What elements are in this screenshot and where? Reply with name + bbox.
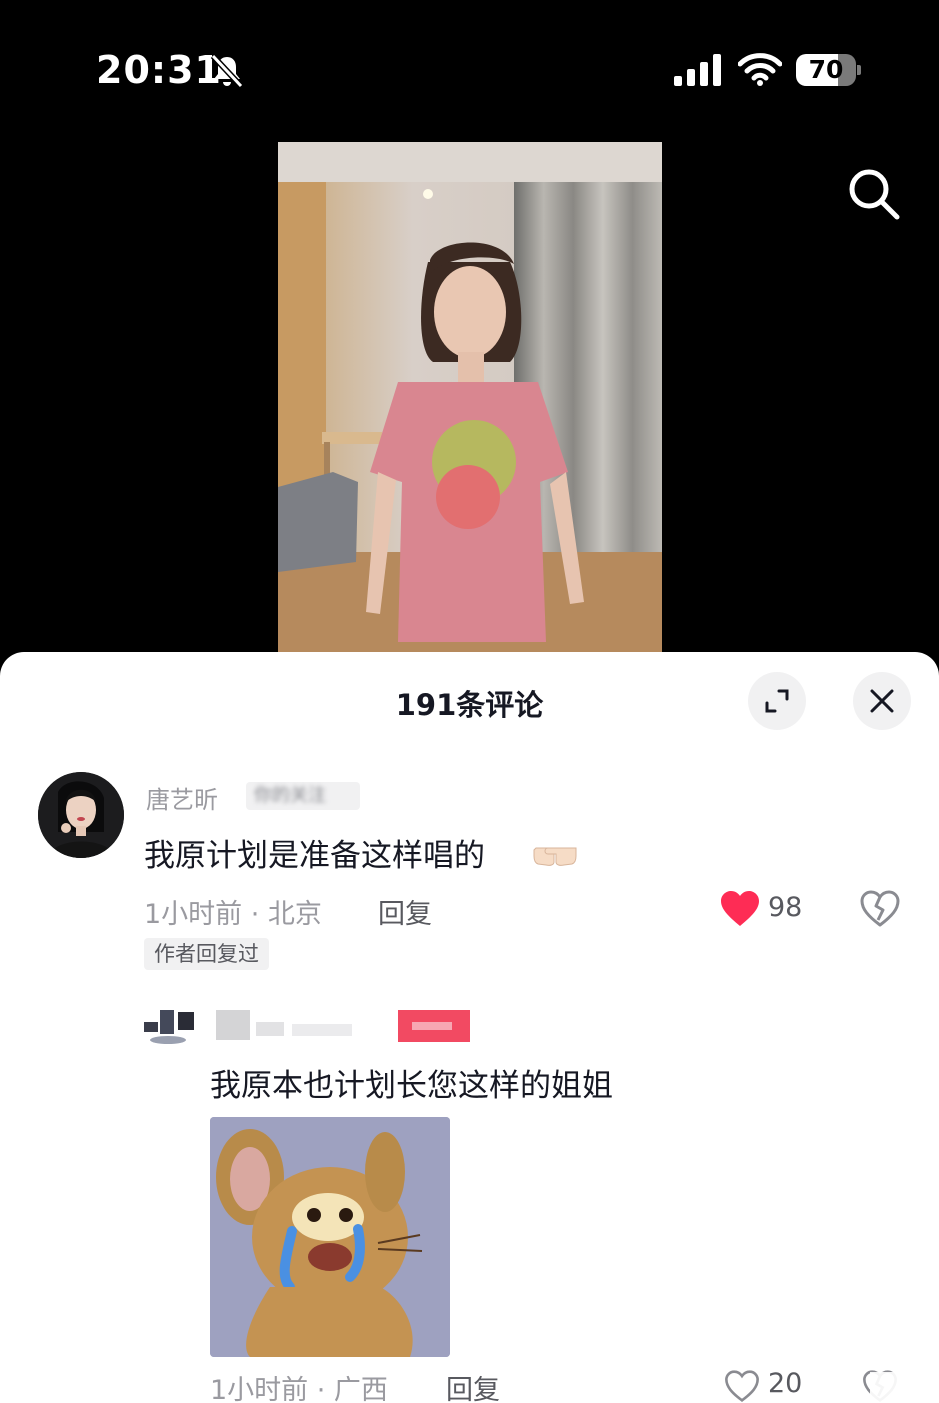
commenter-avatar[interactable] — [38, 772, 124, 858]
status-time: 20:31 — [96, 48, 222, 92]
reply-time-location: 1小时前 · 广西 — [210, 1375, 388, 1403]
comment-time-location: 1小时前 · 北京 — [144, 899, 322, 930]
broken-heart-icon[interactable] — [860, 890, 900, 928]
reply-username-blurred[interactable] — [212, 1010, 472, 1042]
reply-reply-button[interactable]: 回复 — [446, 1368, 500, 1403]
follow-tag: 你的关注 — [246, 782, 360, 810]
battery-level-label: 70 — [808, 55, 844, 84]
battery-indicator: 70 — [796, 54, 862, 86]
close-icon — [870, 689, 894, 713]
pointing-hands-emoji-icon — [533, 847, 577, 866]
reply-like-count: 20 — [768, 1368, 803, 1399]
video-frame-image — [278, 142, 662, 662]
bell-muted-icon — [210, 53, 244, 89]
reply-text: 我原本也计划长您这样的姐姐 — [210, 1068, 613, 1104]
expand-button[interactable] — [748, 672, 806, 730]
expand-icon — [765, 689, 789, 713]
comment-like-button[interactable]: 98 — [720, 886, 820, 932]
search-icon[interactable] — [846, 166, 902, 222]
commenter-username[interactable]: 唐艺昕 — [146, 780, 218, 815]
comment-text: 我原计划是准备这样唱的 — [144, 838, 485, 874]
close-button[interactable] — [853, 672, 911, 730]
cellular-signal-icon — [674, 54, 721, 86]
watermark-overlay — [870, 1372, 939, 1403]
status-bar: 20:31 70 — [0, 0, 939, 140]
comment-like-count: 98 — [768, 892, 803, 923]
reply-image-sticker[interactable] — [210, 1117, 450, 1357]
author-replied-badge: 作者回复过 — [144, 938, 269, 970]
heart-outline-icon[interactable] — [722, 1370, 762, 1403]
comment-reply-button[interactable]: 回复 — [378, 892, 432, 931]
heart-filled-icon — [721, 891, 759, 926]
video-player[interactable] — [278, 142, 662, 662]
reply-avatar[interactable] — [144, 1008, 198, 1044]
wifi-icon — [738, 53, 782, 86]
